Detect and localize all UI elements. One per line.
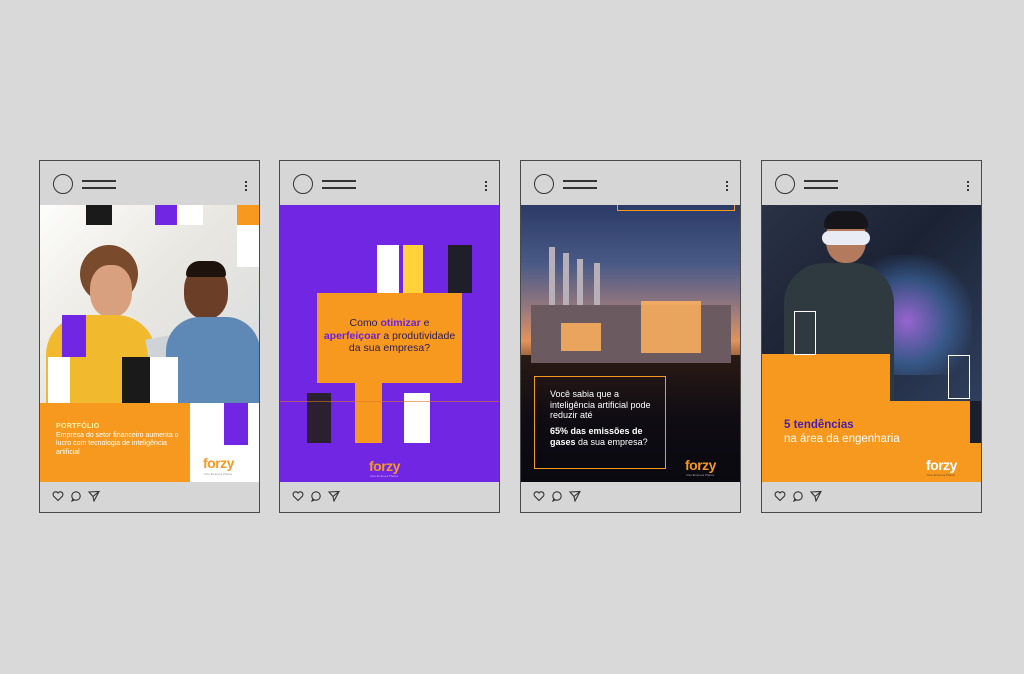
logo-tagline: Uma Empresa Pharos bbox=[204, 473, 233, 476]
comment-icon[interactable] bbox=[70, 490, 82, 502]
logo-tagline: Uma Empresa Pharos bbox=[686, 474, 715, 477]
avatar[interactable] bbox=[534, 174, 554, 194]
deco-block bbox=[970, 401, 981, 443]
deco-block bbox=[122, 357, 150, 403]
post-question: Como otimizar e aperfeiçoar a produtivida… bbox=[323, 317, 456, 354]
deco-outline bbox=[948, 355, 970, 399]
subtitle-placeholder bbox=[804, 187, 838, 189]
avatar[interactable] bbox=[293, 174, 313, 194]
post-image-2[interactable]: Como otimizar e aperfeiçoar a produtivida… bbox=[280, 205, 499, 482]
deco-block bbox=[224, 403, 248, 445]
forzy-logo: forzy bbox=[685, 457, 716, 473]
post-card-2: Como otimizar e aperfeiçoar a produtivida… bbox=[279, 160, 500, 513]
deco-block bbox=[86, 205, 112, 225]
post-title: 5 tendências na área da engenharia bbox=[784, 419, 900, 445]
photo-person-hair bbox=[186, 261, 226, 277]
post-image-1[interactable]: PORTFÓLIO Empresa do setor financeiro au… bbox=[40, 205, 259, 482]
deco-block bbox=[155, 205, 177, 225]
post-actions bbox=[292, 490, 340, 504]
deco-block bbox=[237, 225, 259, 267]
photo-person-hair bbox=[824, 211, 868, 229]
deco-block bbox=[237, 205, 259, 225]
post-header bbox=[762, 161, 981, 205]
divider-line bbox=[280, 401, 499, 402]
post-image-3[interactable]: Você sabia que a inteligência artificial… bbox=[521, 205, 740, 482]
share-icon[interactable] bbox=[569, 490, 581, 502]
deco-block bbox=[150, 357, 178, 403]
photo-person-body bbox=[166, 317, 259, 407]
post-description: Empresa do setor financeiro aumenta o lu… bbox=[56, 432, 179, 456]
heart-icon[interactable] bbox=[52, 490, 64, 502]
deco-block bbox=[448, 245, 472, 293]
deco-block bbox=[403, 245, 423, 293]
post-actions bbox=[774, 490, 822, 504]
post-header bbox=[40, 161, 259, 205]
post-image-4[interactable]: 5 tendências na área da engenharia forzy … bbox=[762, 205, 981, 482]
post-actions bbox=[533, 490, 581, 504]
more-icon[interactable] bbox=[245, 181, 248, 193]
post-card-3: Você sabia que a inteligência artificial… bbox=[520, 160, 741, 513]
more-icon[interactable] bbox=[726, 181, 729, 193]
deco-outline bbox=[794, 311, 816, 355]
heart-icon[interactable] bbox=[533, 490, 545, 502]
comment-icon[interactable] bbox=[551, 490, 563, 502]
username-placeholder bbox=[563, 180, 597, 182]
heart-icon[interactable] bbox=[774, 490, 786, 502]
avatar[interactable] bbox=[53, 174, 73, 194]
post-header bbox=[280, 161, 499, 205]
logo-tagline: Uma Empresa Pharos bbox=[927, 474, 956, 477]
username-placeholder bbox=[82, 180, 116, 182]
deco-block bbox=[62, 315, 86, 357]
subtitle-placeholder bbox=[322, 187, 356, 189]
post-text: Você sabia que a inteligência artificial… bbox=[550, 389, 651, 420]
deco-block bbox=[355, 383, 382, 443]
post-card-4: 5 tendências na área da engenharia forzy … bbox=[761, 160, 982, 513]
more-icon[interactable] bbox=[485, 181, 488, 193]
share-icon[interactable] bbox=[810, 490, 822, 502]
comment-icon[interactable] bbox=[792, 490, 804, 502]
post-highlight: 65% das emissões de gases da sua empresa… bbox=[550, 426, 648, 447]
forzy-logo: forzy bbox=[369, 458, 400, 474]
avatar[interactable] bbox=[775, 174, 795, 194]
post-tag: PORTFÓLIO bbox=[56, 423, 100, 430]
comment-icon[interactable] bbox=[310, 490, 322, 502]
deco-block bbox=[177, 205, 203, 225]
photo-vr-headset bbox=[822, 231, 870, 245]
heart-icon[interactable] bbox=[292, 490, 304, 502]
share-icon[interactable] bbox=[328, 490, 340, 502]
share-icon[interactable] bbox=[88, 490, 100, 502]
deco-block bbox=[377, 245, 399, 293]
post-card-1: PORTFÓLIO Empresa do setor financeiro au… bbox=[39, 160, 260, 513]
frame-top bbox=[617, 205, 735, 211]
photo-lights bbox=[641, 301, 701, 353]
logo-tagline: Uma Empresa Pharos bbox=[370, 475, 399, 478]
username-placeholder bbox=[804, 180, 838, 182]
subtitle-placeholder bbox=[82, 187, 116, 189]
forzy-logo: forzy bbox=[203, 455, 234, 471]
post-actions bbox=[52, 490, 100, 504]
photo-lights bbox=[561, 323, 601, 351]
username-placeholder bbox=[322, 180, 356, 182]
more-icon[interactable] bbox=[967, 181, 970, 193]
deco-block bbox=[48, 357, 70, 403]
forzy-logo: forzy bbox=[926, 457, 957, 473]
post-header bbox=[521, 161, 740, 205]
photo-person-face bbox=[90, 265, 132, 317]
subtitle-placeholder bbox=[563, 187, 597, 189]
